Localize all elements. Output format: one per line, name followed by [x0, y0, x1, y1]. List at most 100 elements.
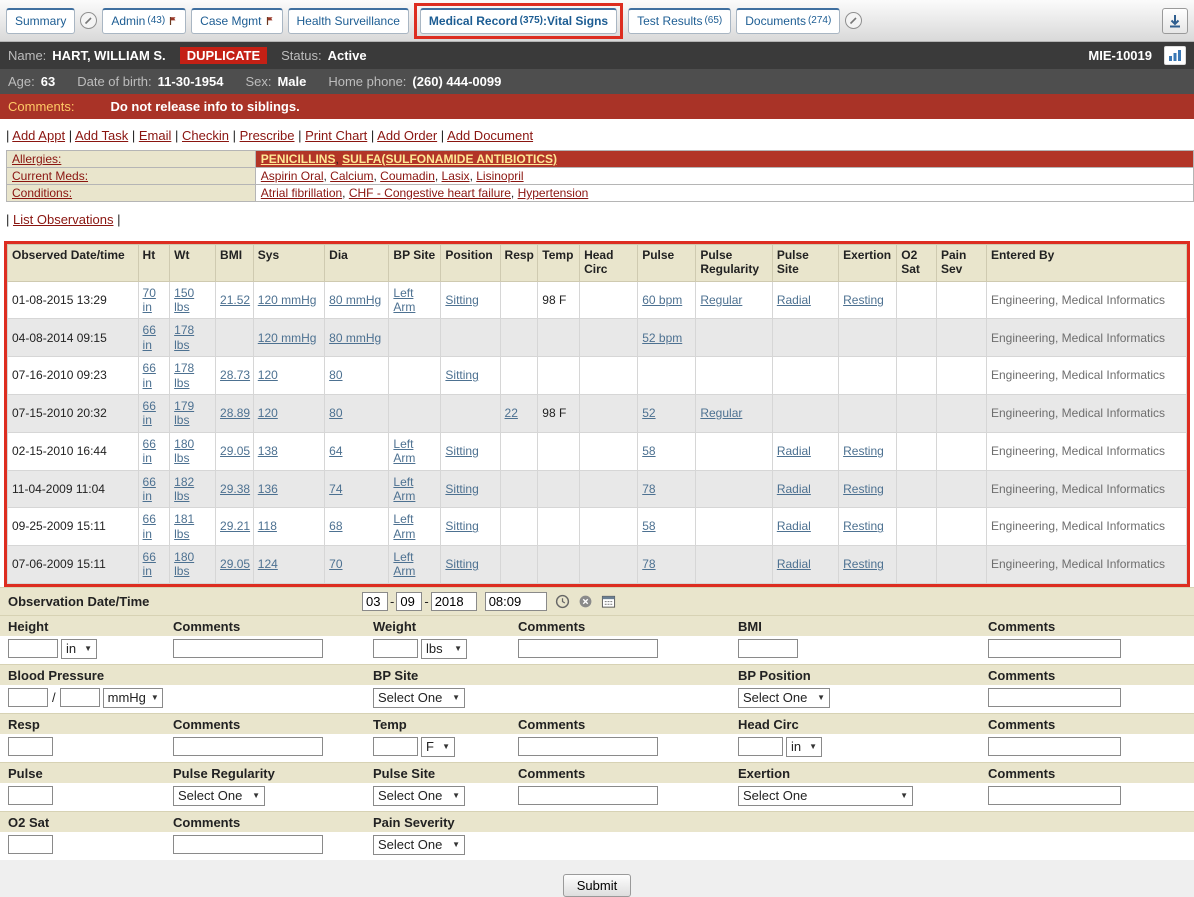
bp-systolic-input[interactable]	[8, 688, 48, 707]
vitals-value-link[interactable]: Left Arm	[393, 437, 415, 465]
condition-link[interactable]: Hypertension	[518, 186, 589, 200]
vitals-value-link[interactable]: Sitting	[445, 444, 478, 458]
vitals-value-link[interactable]: 180 lbs	[174, 437, 194, 465]
vitals-value-link[interactable]: 70	[329, 557, 342, 571]
clear-icon[interactable]	[578, 594, 593, 609]
vitals-value-link[interactable]: 64	[329, 444, 342, 458]
vitals-value-link[interactable]: 120	[258, 406, 278, 420]
allergy-link[interactable]: SULFA(SULFONAMIDE ANTIBIOTICS)	[342, 152, 557, 166]
vitals-value-link[interactable]: 58	[642, 444, 655, 458]
tab-admin[interactable]: Admin (43)	[102, 8, 186, 34]
vitals-value-link[interactable]: Radial	[777, 519, 811, 533]
temp-comments-input[interactable]	[518, 737, 658, 756]
vitals-value-link[interactable]: 178 lbs	[174, 361, 194, 389]
vitals-value-link[interactable]: Left Arm	[393, 512, 415, 540]
vitals-value-link[interactable]: Regular	[700, 406, 742, 420]
condition-link[interactable]: CHF - Congestive heart failure	[349, 186, 511, 200]
weight-unit-select[interactable]: lbs▼	[421, 639, 467, 659]
vitals-value-link[interactable]: Resting	[843, 293, 884, 307]
vitals-value-link[interactable]: Radial	[777, 557, 811, 571]
allergy-link[interactable]: PENICILLINS	[261, 152, 336, 166]
vitals-value-link[interactable]: 29.05	[220, 557, 250, 571]
vitals-value-link[interactable]: 80	[329, 368, 342, 382]
pulse-comments-input[interactable]	[518, 786, 658, 805]
exertion-select[interactable]: Select One▼	[738, 786, 913, 806]
weight-comments-input[interactable]	[518, 639, 658, 658]
bmi-input[interactable]	[738, 639, 798, 658]
vitals-value-link[interactable]: Regular	[700, 293, 742, 307]
tab-documents[interactable]: Documents (274)	[736, 8, 840, 34]
bp-unit-select[interactable]: mmHg▼	[103, 688, 163, 708]
medication-link[interactable]: Lasix	[442, 169, 470, 183]
medication-link[interactable]: Coumadin	[380, 169, 435, 183]
height-input[interactable]	[8, 639, 58, 658]
vitals-value-link[interactable]: 178 lbs	[174, 323, 194, 351]
allergies-label-link[interactable]: Allergies:	[12, 152, 61, 166]
vitals-value-link[interactable]: 52 bpm	[642, 331, 682, 345]
vitals-value-link[interactable]: 22	[505, 406, 518, 420]
pulse-input[interactable]	[8, 786, 53, 805]
tab-medical-record[interactable]: Medical Record (375):Vital Signs	[420, 8, 617, 34]
pain-severity-select[interactable]: Select One▼	[373, 835, 465, 855]
vitals-value-link[interactable]: 124	[258, 557, 278, 571]
vitals-value-link[interactable]: 136	[258, 482, 278, 496]
vitals-value-link[interactable]: 80	[329, 406, 342, 420]
vitals-value-link[interactable]: 52	[642, 406, 655, 420]
action-link-email[interactable]: Email	[139, 128, 172, 143]
vitals-value-link[interactable]: 28.89	[220, 406, 250, 420]
vitals-value-link[interactable]: Sitting	[445, 557, 478, 571]
vitals-value-link[interactable]: 150 lbs	[174, 286, 194, 314]
vitals-value-link[interactable]: Sitting	[445, 293, 478, 307]
action-link-add-document[interactable]: Add Document	[447, 128, 533, 143]
vitals-value-link[interactable]: 66 in	[143, 437, 156, 465]
vitals-value-link[interactable]: Resting	[843, 444, 884, 458]
vitals-value-link[interactable]: Sitting	[445, 368, 478, 382]
vitals-value-link[interactable]: 66 in	[143, 361, 156, 389]
pulse-site-select[interactable]: Select One▼	[373, 786, 465, 806]
vitals-value-link[interactable]: Left Arm	[393, 286, 415, 314]
vitals-value-link[interactable]: 138	[258, 444, 278, 458]
pulse-regularity-select[interactable]: Select One▼	[173, 786, 265, 806]
resp-comments-input[interactable]	[173, 737, 323, 756]
obs-time-input[interactable]	[485, 592, 547, 611]
vitals-value-link[interactable]: 21.52	[220, 293, 250, 307]
calendar-icon[interactable]	[601, 594, 616, 609]
medication-link[interactable]: Aspirin Oral	[261, 169, 324, 183]
vitals-value-link[interactable]: 66 in	[143, 399, 156, 427]
medication-link[interactable]: Lisinopril	[476, 169, 523, 183]
tab-test-results[interactable]: Test Results (65)	[628, 8, 731, 34]
vitals-value-link[interactable]: 118	[258, 519, 277, 533]
current-meds-label-link[interactable]: Current Meds:	[12, 169, 88, 183]
vitals-value-link[interactable]: 78	[642, 557, 655, 571]
vitals-value-link[interactable]: 120	[258, 368, 278, 382]
conditions-label-link[interactable]: Conditions:	[12, 186, 72, 200]
vitals-value-link[interactable]: 120 mmHg	[258, 293, 317, 307]
vitals-value-link[interactable]: Left Arm	[393, 550, 415, 578]
head-circ-input[interactable]	[738, 737, 783, 756]
resp-input[interactable]	[8, 737, 53, 756]
height-unit-select[interactable]: in▼	[61, 639, 97, 659]
weight-input[interactable]	[373, 639, 418, 658]
temp-unit-select[interactable]: F▼	[421, 737, 455, 757]
action-link-add-appt[interactable]: Add Appt	[12, 128, 65, 143]
action-link-checkin[interactable]: Checkin	[182, 128, 229, 143]
vitals-value-link[interactable]: 28.73	[220, 368, 250, 382]
bp-position-select[interactable]: Select One▼	[738, 688, 830, 708]
action-link-prescribe[interactable]: Prescribe	[240, 128, 295, 143]
popout-pencil-icon[interactable]	[845, 12, 862, 29]
vitals-value-link[interactable]: 66 in	[143, 512, 156, 540]
vitals-value-link[interactable]: 29.21	[220, 519, 250, 533]
tab-case-mgmt[interactable]: Case Mgmt	[191, 8, 282, 34]
flowsheet-chart-icon[interactable]	[1164, 46, 1186, 65]
head-circ-comments-input[interactable]	[988, 737, 1121, 756]
vitals-value-link[interactable]: 29.05	[220, 444, 250, 458]
clock-icon[interactable]	[555, 594, 570, 609]
vitals-value-link[interactable]: 74	[329, 482, 342, 496]
vitals-value-link[interactable]: 120 mmHg	[258, 331, 317, 345]
download-button[interactable]	[1162, 8, 1188, 34]
o2-sat-input[interactable]	[8, 835, 53, 854]
submit-button[interactable]: Submit	[563, 874, 631, 897]
medication-link[interactable]: Calcium	[330, 169, 373, 183]
duplicate-badge[interactable]: DUPLICATE	[180, 47, 267, 64]
vitals-value-link[interactable]: Resting	[843, 557, 884, 571]
